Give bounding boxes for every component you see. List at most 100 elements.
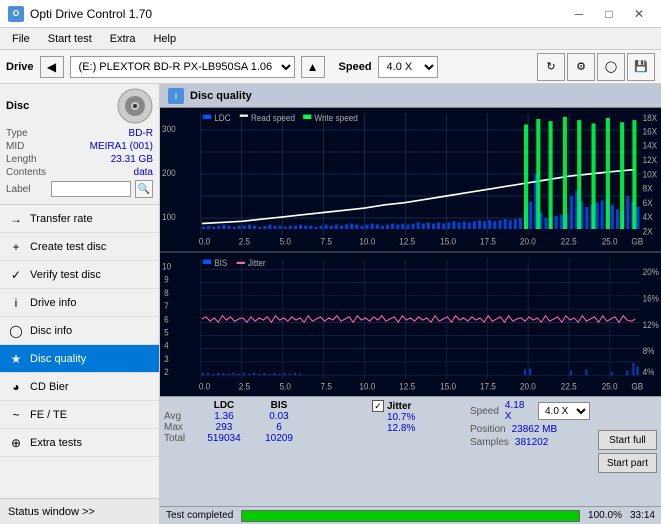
nav-extra-tests[interactable]: ⊕ Extra tests bbox=[0, 429, 159, 457]
svg-text:12X: 12X bbox=[643, 155, 658, 165]
svg-text:16%: 16% bbox=[643, 293, 660, 303]
nav-verify-test-disc[interactable]: ✓ Verify test disc bbox=[0, 261, 159, 289]
progress-percent: 100.0% bbox=[588, 510, 622, 521]
svg-text:0.0: 0.0 bbox=[199, 381, 211, 391]
svg-text:LDC: LDC bbox=[214, 113, 230, 123]
label-input[interactable] bbox=[51, 181, 131, 197]
drive-eject-btn[interactable]: ▲ bbox=[301, 56, 325, 78]
speed-select[interactable]: 4.0 X bbox=[378, 56, 438, 78]
disc-type-row: Type BD-R bbox=[6, 128, 153, 139]
nav-drive-info[interactable]: i Drive info bbox=[0, 289, 159, 317]
disc-quality-title: Disc quality bbox=[190, 90, 252, 102]
svg-text:8%: 8% bbox=[643, 346, 655, 356]
chart-top: LDC Read speed Write speed 300 200 100 1… bbox=[160, 108, 661, 252]
erase-icon-btn[interactable]: ◯ bbox=[597, 53, 625, 81]
label-search-btn[interactable]: 🔍 bbox=[135, 180, 153, 198]
nav-create-test-disc[interactable]: + Create test disc bbox=[0, 233, 159, 261]
length-key: Length bbox=[6, 154, 37, 165]
nav-label-fe-te: FE / TE bbox=[30, 409, 67, 421]
svg-text:4X: 4X bbox=[643, 212, 653, 222]
disc-quality-icon: ★ bbox=[8, 351, 24, 367]
svg-text:22.5: 22.5 bbox=[561, 381, 577, 391]
svg-text:17.5: 17.5 bbox=[480, 236, 496, 246]
disc-quality-header-icon: i bbox=[168, 88, 184, 104]
svg-text:20.0: 20.0 bbox=[520, 236, 536, 246]
speed-key: Speed bbox=[470, 406, 499, 417]
contents-key: Contents bbox=[6, 167, 46, 178]
svg-text:2: 2 bbox=[164, 367, 169, 377]
stats-bar: LDC BIS Avg 1.36 0.03 Max 293 6 bbox=[160, 396, 661, 506]
position-key: Position bbox=[470, 424, 506, 435]
svg-text:3: 3 bbox=[164, 354, 169, 364]
label-input-row: 🔍 bbox=[51, 180, 153, 198]
nav-label-verify-test-disc: Verify test disc bbox=[30, 269, 101, 281]
titlebar: O Opti Drive Control 1.70 ─ □ ✕ bbox=[0, 0, 661, 28]
refresh-icon-btn[interactable]: ↻ bbox=[537, 53, 565, 81]
svg-text:8: 8 bbox=[164, 288, 169, 298]
speed-value: 4.18 X bbox=[505, 400, 532, 422]
content-area: i Disc quality bbox=[160, 84, 661, 524]
disc-panel-header: Disc bbox=[6, 88, 153, 124]
svg-text:9: 9 bbox=[164, 274, 169, 284]
svg-text:5: 5 bbox=[164, 327, 169, 337]
maximize-button[interactable]: □ bbox=[595, 4, 623, 24]
menu-extra[interactable]: Extra bbox=[102, 31, 144, 47]
svg-text:6X: 6X bbox=[643, 198, 653, 208]
bis-max: 6 bbox=[254, 422, 304, 433]
svg-text:8X: 8X bbox=[643, 183, 653, 193]
sidebar: Disc Type BD-R MID MEIRA1 (001) Length bbox=[0, 84, 160, 524]
nav-cd-bier[interactable]: ◕ CD Bier bbox=[0, 373, 159, 401]
close-button[interactable]: ✕ bbox=[625, 4, 653, 24]
svg-text:2.5: 2.5 bbox=[239, 236, 251, 246]
speed-select-stats[interactable]: 4.0 X bbox=[538, 402, 590, 420]
svg-text:200: 200 bbox=[162, 168, 176, 178]
bis-header: BIS bbox=[254, 400, 304, 411]
total-label: Total bbox=[164, 433, 194, 444]
svg-text:Write speed: Write speed bbox=[314, 113, 358, 123]
status-window-btn[interactable]: Status window >> bbox=[0, 498, 159, 524]
nav-transfer-rate[interactable]: → Transfer rate bbox=[0, 205, 159, 233]
minimize-button[interactable]: ─ bbox=[565, 4, 593, 24]
jitter-checkbox[interactable]: ✓ bbox=[372, 400, 384, 412]
nav-label-disc-quality: Disc quality bbox=[30, 353, 86, 365]
menu-help[interactable]: Help bbox=[145, 31, 184, 47]
disc-panel: Disc Type BD-R MID MEIRA1 (001) Length bbox=[0, 84, 159, 205]
avg-label: Avg bbox=[164, 411, 194, 422]
menu-start-test[interactable]: Start test bbox=[40, 31, 100, 47]
transfer-rate-icon: → bbox=[8, 211, 24, 227]
svg-text:12%: 12% bbox=[643, 320, 660, 330]
settings-icon-btn[interactable]: ⚙ bbox=[567, 53, 595, 81]
drive-info-icon: i bbox=[8, 295, 24, 311]
samples-key: Samples bbox=[470, 437, 509, 448]
drive-icon-prev[interactable]: ◀ bbox=[40, 56, 64, 78]
max-label: Max bbox=[164, 422, 194, 433]
svg-text:10.0: 10.0 bbox=[359, 236, 375, 246]
svg-text:12.5: 12.5 bbox=[399, 381, 415, 391]
start-full-button[interactable]: Start full bbox=[598, 430, 657, 450]
bis-total: 10209 bbox=[254, 433, 304, 444]
svg-text:4%: 4% bbox=[643, 367, 655, 377]
verify-test-disc-icon: ✓ bbox=[8, 267, 24, 283]
svg-text:100: 100 bbox=[162, 212, 176, 222]
chart-top-svg: LDC Read speed Write speed 300 200 100 1… bbox=[160, 108, 661, 251]
svg-text:Jitter: Jitter bbox=[248, 258, 266, 268]
save-icon-btn[interactable]: 💾 bbox=[627, 53, 655, 81]
status-text: Test completed bbox=[166, 510, 233, 521]
menu-file[interactable]: File bbox=[4, 31, 38, 47]
create-test-disc-icon: + bbox=[8, 239, 24, 255]
mid-value: MEIRA1 (001) bbox=[90, 141, 153, 152]
nav-disc-quality[interactable]: ★ Disc quality bbox=[0, 345, 159, 373]
nav-label-transfer-rate: Transfer rate bbox=[30, 213, 93, 225]
length-value: 23.31 GB bbox=[111, 154, 153, 165]
svg-text:20.0: 20.0 bbox=[520, 381, 536, 391]
jitter-header: Jitter bbox=[387, 401, 411, 412]
progress-bar-outer bbox=[241, 510, 580, 522]
nav-disc-info[interactable]: ◯ Disc info bbox=[0, 317, 159, 345]
start-part-button[interactable]: Start part bbox=[598, 453, 657, 473]
type-value: BD-R bbox=[129, 128, 153, 139]
nav-fe-te[interactable]: ~ FE / TE bbox=[0, 401, 159, 429]
app-title: Opti Drive Control 1.70 bbox=[30, 7, 152, 21]
drive-select[interactable]: (E:) PLEXTOR BD-R PX-LB950SA 1.06 bbox=[70, 56, 295, 78]
svg-text:7.5: 7.5 bbox=[321, 236, 333, 246]
speed-info-section: Speed 4.18 X 4.0 X Position 23862 MB Sam… bbox=[470, 400, 590, 503]
